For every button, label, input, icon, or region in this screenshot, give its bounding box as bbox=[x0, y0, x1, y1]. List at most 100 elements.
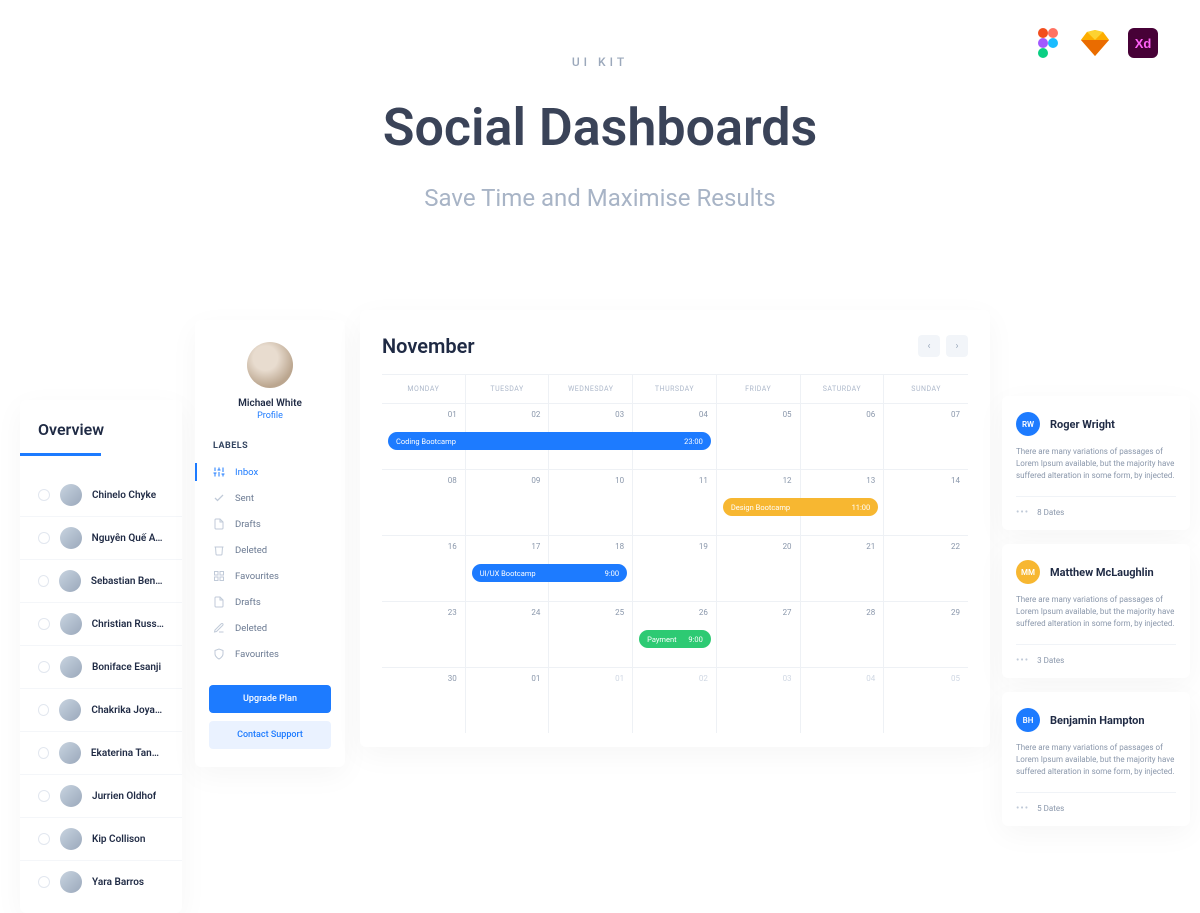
calendar-date: 29 bbox=[951, 608, 960, 617]
sidebar-label-text: Drafts bbox=[235, 519, 261, 530]
checkbox-icon[interactable] bbox=[38, 704, 49, 716]
calendar-cell[interactable]: 29 bbox=[884, 601, 968, 667]
sidebar-label-item[interactable]: Inbox bbox=[195, 459, 345, 485]
calendar-next-button[interactable]: › bbox=[946, 335, 968, 357]
checkbox-icon[interactable] bbox=[38, 532, 50, 544]
calendar-cell[interactable]: 08 bbox=[382, 469, 466, 535]
overview-item[interactable]: Kip Collison bbox=[20, 818, 182, 861]
overview-item[interactable]: Yara Barros bbox=[20, 861, 182, 903]
checkbox-icon[interactable] bbox=[38, 747, 49, 759]
calendar-cell[interactable]: 10 bbox=[549, 469, 633, 535]
sidebar-label-item[interactable]: Deleted bbox=[195, 537, 345, 563]
calendar-day-header: SUNDAY bbox=[884, 375, 968, 403]
calendar-cell[interactable]: 05 bbox=[884, 667, 968, 733]
feed-body: There are many variations of passages of… bbox=[1016, 594, 1176, 630]
calendar-date: 07 bbox=[951, 410, 960, 419]
sidebar-label-text: Inbox bbox=[235, 467, 258, 478]
calendar-cell[interactable]: 16 bbox=[382, 535, 466, 601]
calendar-cell[interactable]: 28 bbox=[801, 601, 885, 667]
calendar-cell[interactable]: 14 bbox=[884, 469, 968, 535]
calendar-event[interactable]: Payment9:00 bbox=[639, 630, 711, 648]
calendar-event[interactable]: UI/UX Bootcamp9:00 bbox=[472, 564, 627, 582]
feed-card[interactable]: MM Matthew McLaughlin There are many var… bbox=[1002, 544, 1190, 678]
calendar-cell[interactable]: 03 bbox=[717, 667, 801, 733]
calendar-event[interactable]: Coding Bootcamp23:00 bbox=[388, 432, 711, 450]
checkbox-icon[interactable] bbox=[38, 876, 50, 888]
sidebar-label-text: Deleted bbox=[235, 623, 267, 634]
calendar-cell[interactable]: 30 bbox=[382, 667, 466, 733]
calendar-prev-button[interactable]: ‹ bbox=[918, 335, 940, 357]
sidebar-label-item[interactable]: Sent bbox=[195, 485, 345, 511]
calendar-date: 19 bbox=[699, 542, 708, 551]
calendar-cell[interactable]: 11 bbox=[633, 469, 717, 535]
calendar-cell[interactable]: 04 bbox=[801, 667, 885, 733]
contact-support-button[interactable]: Contact Support bbox=[209, 721, 331, 749]
more-icon[interactable]: ••• bbox=[1016, 803, 1029, 814]
calendar-cell[interactable]: 05 bbox=[717, 403, 801, 469]
overview-item[interactable]: Sebastian Bennett bbox=[20, 560, 182, 603]
calendar-date: 23 bbox=[448, 608, 457, 617]
calendar-cell[interactable]: 01 bbox=[549, 667, 633, 733]
more-icon[interactable]: ••• bbox=[1016, 507, 1029, 518]
overview-item[interactable]: Chakrika Joyanto bbox=[20, 689, 182, 732]
checkbox-icon[interactable] bbox=[38, 575, 49, 587]
calendar-cell[interactable]: 01 bbox=[466, 667, 550, 733]
sidebar-label-text: Sent bbox=[235, 493, 254, 504]
calendar-cell[interactable]: 22 bbox=[884, 535, 968, 601]
feed-card[interactable]: RW Roger Wright There are many variation… bbox=[1002, 396, 1190, 530]
checkbox-icon[interactable] bbox=[38, 790, 50, 802]
profile-avatar[interactable] bbox=[247, 342, 293, 388]
calendar-cell[interactable]: 26Payment9:00 bbox=[633, 601, 717, 667]
sidebar-label-item[interactable]: Favourites bbox=[195, 641, 345, 667]
more-icon[interactable]: ••• bbox=[1016, 655, 1029, 666]
event-time: 11:00 bbox=[852, 503, 871, 512]
checkbox-icon[interactable] bbox=[38, 618, 50, 630]
overview-item[interactable]: Christian Russell bbox=[20, 603, 182, 646]
checkbox-icon[interactable] bbox=[38, 833, 50, 845]
calendar-month: November bbox=[382, 334, 475, 358]
calendar-date: 21 bbox=[866, 542, 875, 551]
upgrade-plan-button[interactable]: Upgrade Plan bbox=[209, 685, 331, 713]
calendar-date: 20 bbox=[783, 542, 792, 551]
checkbox-icon[interactable] bbox=[38, 489, 50, 501]
calendar-cell[interactable]: 01Coding Bootcamp23:00 bbox=[382, 403, 466, 469]
overview-item[interactable]: Jurrien Oldhof bbox=[20, 775, 182, 818]
calendar-cell[interactable]: 27 bbox=[717, 601, 801, 667]
overview-item[interactable]: Chinelo Chyke bbox=[20, 474, 182, 517]
sidebar-label-item[interactable]: Drafts bbox=[195, 511, 345, 537]
calendar-cell[interactable]: 19 bbox=[633, 535, 717, 601]
calendar-cell[interactable]: 09 bbox=[466, 469, 550, 535]
calendar-date: 05 bbox=[951, 674, 960, 683]
calendar-cell[interactable]: 25 bbox=[549, 601, 633, 667]
calendar-cell[interactable]: 23 bbox=[382, 601, 466, 667]
calendar-cell[interactable]: 21 bbox=[801, 535, 885, 601]
calendar-date: 01 bbox=[531, 674, 540, 683]
overview-item-name: Ekaterina Tankova bbox=[91, 748, 164, 759]
avatar bbox=[59, 742, 81, 764]
sidebar-label-item[interactable]: Drafts bbox=[195, 589, 345, 615]
avatar bbox=[60, 613, 82, 635]
calendar-cell[interactable]: 02 bbox=[633, 667, 717, 733]
overview-item[interactable]: Ekaterina Tankova bbox=[20, 732, 182, 775]
calendar-date: 27 bbox=[783, 608, 792, 617]
overview-item[interactable]: Boniface Esanji bbox=[20, 646, 182, 689]
calendar-date: 02 bbox=[699, 674, 708, 683]
check-icon bbox=[213, 492, 225, 504]
calendar-event[interactable]: Design Bootcamp11:00 bbox=[723, 498, 878, 516]
overview-item[interactable]: Nguyễn Quế Anh bbox=[20, 517, 182, 560]
calendar-day-header: TUESDAY bbox=[466, 375, 550, 403]
calendar-cell[interactable]: 24 bbox=[466, 601, 550, 667]
calendar-cell[interactable]: 12Design Bootcamp11:00 bbox=[717, 469, 801, 535]
feed-card[interactable]: BH Benjamin Hampton There are many varia… bbox=[1002, 692, 1190, 826]
pencil-icon bbox=[213, 622, 225, 634]
sidebar-label-item[interactable]: Deleted bbox=[195, 615, 345, 641]
calendar-date: 11 bbox=[699, 476, 708, 485]
profile-link[interactable]: Profile bbox=[195, 411, 345, 421]
calendar-cell[interactable]: 17UI/UX Bootcamp9:00 bbox=[466, 535, 550, 601]
calendar-cell[interactable]: 06 bbox=[801, 403, 885, 469]
calendar-day-header: MONDAY bbox=[382, 375, 466, 403]
calendar-cell[interactable]: 07 bbox=[884, 403, 968, 469]
calendar-cell[interactable]: 20 bbox=[717, 535, 801, 601]
checkbox-icon[interactable] bbox=[38, 661, 50, 673]
sidebar-label-item[interactable]: Favourites bbox=[195, 563, 345, 589]
